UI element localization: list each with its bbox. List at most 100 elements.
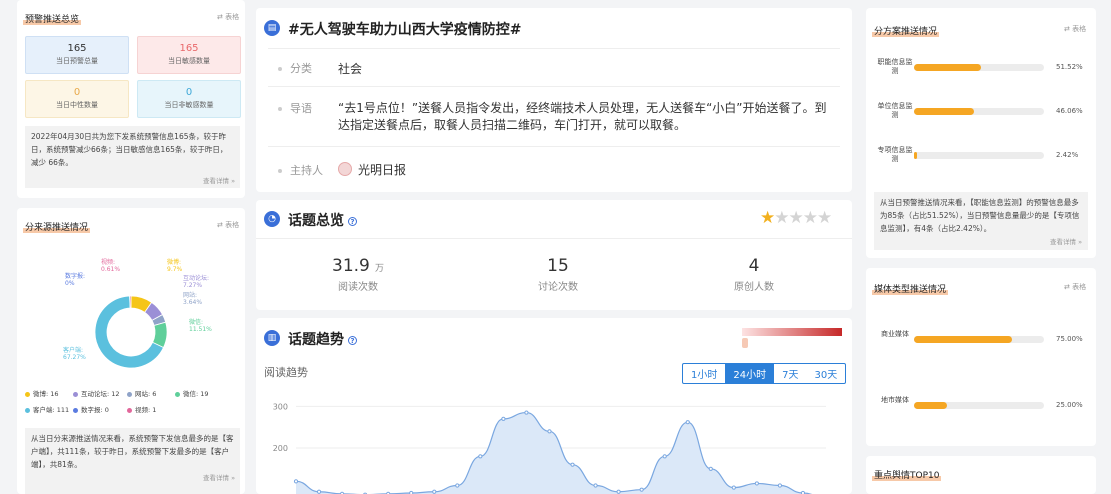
total-warning-value: 165 xyxy=(67,43,87,54)
trend-card: ▥ 话题趋势? 阅读趋势 1小时 24小时 7天 30天 300 200 xyxy=(256,318,852,494)
table-toggle[interactable]: ⇄ 表格 xyxy=(217,220,239,230)
donut-slice-label: 视频: xyxy=(101,258,115,266)
read-trend-chart: 300 200 xyxy=(273,402,826,494)
non-sensitive-box[interactable]: 0 当日非敏感数量 xyxy=(137,80,241,118)
bar-percent: 75.00% xyxy=(1056,335,1083,343)
host-value[interactable]: 光明日报 xyxy=(358,161,406,178)
divider xyxy=(268,86,840,87)
time-range-tabs: 1小时 24小时 7天 30天 xyxy=(682,363,847,384)
plan-summary-text: 从当日预警推送情况来看，【职能信息监测】的预警信息最多为85条（占比51.52%… xyxy=(880,198,1080,233)
bar-row[interactable]: 职能信息监测 51.52% xyxy=(866,58,1096,88)
trend-point[interactable] xyxy=(432,489,437,494)
read-count-stat: 31.9 万 阅读次数 xyxy=(332,256,384,293)
tab-30d[interactable]: 30天 xyxy=(806,364,845,383)
star-empty-icon: ★★★★ xyxy=(774,208,832,228)
donut-slice-label: 数字报: xyxy=(65,272,85,280)
source-summary: 从当日分来源推送情况来看，系统预警下发信息最多的是【客户端】，共111条，较于昨… xyxy=(25,428,240,494)
bar-percent: 46.06% xyxy=(1056,107,1083,115)
legend-item[interactable]: 客户端: 111 xyxy=(25,404,69,414)
trend-point[interactable] xyxy=(501,416,506,421)
bar-track xyxy=(914,64,1044,71)
donut-slice-label: 3.64% xyxy=(183,299,202,306)
trend-point[interactable] xyxy=(547,429,552,434)
help-icon[interactable]: ? xyxy=(348,216,357,226)
legend-item[interactable]: 微信: 19 xyxy=(175,388,209,398)
plan-title: 分方案推送情况 xyxy=(872,24,940,37)
trend-area xyxy=(296,412,811,494)
total-warning-box[interactable]: 165 当日预警总量 xyxy=(25,36,129,74)
warning-detail-link[interactable]: 查看详情 » xyxy=(203,175,235,185)
legend-item[interactable]: 数字报: 0 xyxy=(73,404,109,414)
help-icon[interactable]: ? xyxy=(348,335,357,345)
donut-slice-label: 客户端: xyxy=(63,346,83,354)
lead-value: “去1号点位！”送餐人员指令发出，经终端技术人员处理，无人送餐车“小白”开始送餐… xyxy=(338,101,827,132)
trend-point[interactable] xyxy=(731,485,736,490)
legend-item[interactable]: 网站: 6 xyxy=(127,388,156,398)
bar-row[interactable]: 专项信息监测 2.42% xyxy=(866,146,1096,176)
source-card: 分来源推送情况 ⇄ 表格 微博: 9.7% 互动论坛: 7.27% 网站: 3.64% 微信… xyxy=(17,208,245,494)
bar-row[interactable]: 商业媒体 75.00% xyxy=(866,330,1096,360)
bar-fill xyxy=(914,108,974,115)
trend-point[interactable] xyxy=(524,410,529,415)
overview-title: 话题总览? xyxy=(288,210,357,230)
bar-label: 地市媒体 xyxy=(881,396,909,404)
plan-detail-link[interactable]: 查看详情 » xyxy=(1050,236,1082,246)
legend-item[interactable]: 互动论坛: 12 xyxy=(73,388,120,398)
heat-gradient-bar xyxy=(742,328,842,336)
neutral-label: 当日中性数量 xyxy=(56,101,98,109)
host-avatar xyxy=(338,162,352,176)
donut-slice-label: 67.27% xyxy=(63,354,86,361)
bar-track xyxy=(914,152,1044,159)
table-toggle[interactable]: ⇄ 表格 xyxy=(1064,282,1086,292)
trend-point[interactable] xyxy=(777,483,783,488)
neutral-value: 0 xyxy=(73,87,81,98)
trend-point[interactable] xyxy=(593,483,598,488)
trend-point[interactable] xyxy=(639,487,644,492)
trend-point[interactable] xyxy=(616,489,621,494)
trend-point[interactable] xyxy=(708,466,713,471)
table-toggle[interactable]: ⇄ 表格 xyxy=(217,12,239,22)
trend-point[interactable] xyxy=(570,462,575,467)
legend-item[interactable]: 微博: 16 xyxy=(25,388,59,398)
bar-percent: 25.00% xyxy=(1056,401,1083,409)
trend-point[interactable] xyxy=(316,489,322,494)
tab-7d[interactable]: 7天 xyxy=(774,364,806,383)
tab-24h[interactable]: 24小时 xyxy=(725,364,775,383)
trend-point[interactable] xyxy=(293,479,299,484)
trend-point[interactable] xyxy=(478,454,483,459)
heat-marker[interactable] xyxy=(742,338,748,348)
bar-row[interactable]: 地市媒体 25.00% xyxy=(866,396,1096,426)
trend-title: 话题趋势? xyxy=(288,329,357,349)
bar-row[interactable]: 单位信息监测 46.06% xyxy=(866,102,1096,132)
top10-title: 重点舆情TOP10 xyxy=(872,468,942,481)
tab-1h[interactable]: 1小时 xyxy=(683,364,725,383)
neutral-box[interactable]: 0 当日中性数量 xyxy=(25,80,129,118)
overview-icon: ◔ xyxy=(264,211,280,227)
media-title: 媒体类型推送情况 xyxy=(872,282,949,295)
sensitive-box[interactable]: 165 当日敏感数量 xyxy=(137,36,241,74)
source-detail-link[interactable]: 查看详情 » xyxy=(203,472,235,482)
non-sensitive-value: 0 xyxy=(185,87,193,98)
trend-point[interactable] xyxy=(754,481,759,486)
category-label: 分类 xyxy=(278,60,312,76)
donut-slice[interactable] xyxy=(129,295,132,309)
category-value: 社会 xyxy=(338,62,363,76)
donut-slice-label: 0% xyxy=(65,280,75,287)
bar-percent: 2.42% xyxy=(1056,151,1079,159)
plan-card: 分方案推送情况 ⇄ 表格 职能信息监测 51.52% 单位信息监测 46.06% 专项信… xyxy=(866,8,1096,258)
star-filled-icon: ★ xyxy=(760,208,775,228)
discuss-count-stat: 15 讨论次数 xyxy=(538,256,578,293)
warning-overview-card: 预警推送总览 ⇄ 表格 165 当日预警总量 165 当日敏感数量 0 当日中性… xyxy=(17,0,245,198)
bar-fill xyxy=(914,402,947,409)
trend-point[interactable] xyxy=(685,420,690,425)
table-toggle[interactable]: ⇄ 表格 xyxy=(1064,24,1086,34)
trend-point[interactable] xyxy=(662,454,667,459)
trend-point[interactable] xyxy=(455,483,460,488)
donut-slice-label: 7.27% xyxy=(183,282,202,289)
bar-label: 职能信息监测 xyxy=(877,58,913,75)
y-tick-label: 300 xyxy=(273,402,288,411)
legend-item[interactable]: 视频: 1 xyxy=(127,404,156,414)
donut-slice-label: 11.51% xyxy=(189,326,212,333)
donut-slice-label: 微博: xyxy=(167,258,181,266)
bar-track xyxy=(914,402,1044,409)
